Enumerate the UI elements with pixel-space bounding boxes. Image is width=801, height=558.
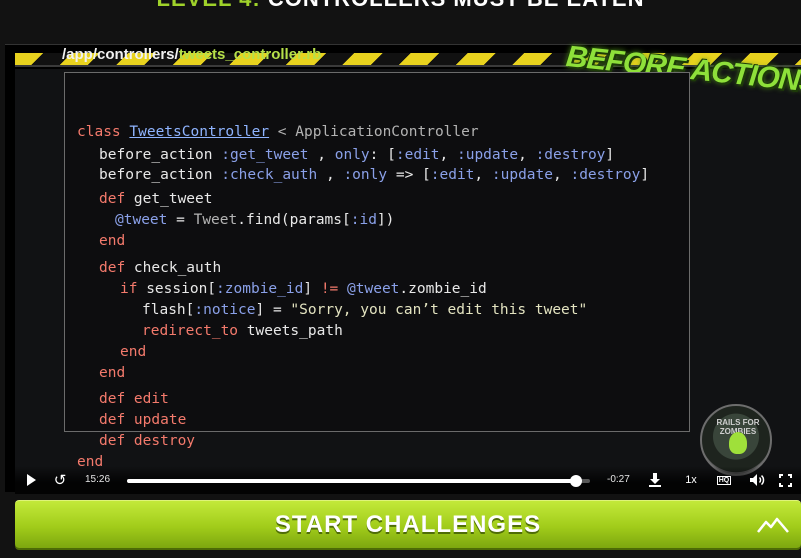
replay-button[interactable]: ↺	[51, 471, 69, 489]
file-path-file: tweets_controller.rb	[178, 46, 322, 63]
code-line: flash[:notice] = "Sorry, you can’t edit …	[142, 300, 587, 321]
code-token: "Sorry, you can’t edit this tweet"	[290, 302, 588, 318]
code-line: before_action :get_tweet , only: [:edit,…	[99, 145, 614, 166]
code-token: session[	[146, 281, 217, 297]
code-token: destroy	[133, 433, 196, 449]
code-token: flash[	[142, 302, 195, 318]
code-line: class TweetsController < ApplicationCont…	[77, 122, 479, 143]
file-path-dir: /app/controllers/	[62, 46, 179, 63]
fullscreen-icon	[778, 473, 792, 487]
code-token: @tweet	[347, 281, 400, 297]
code-token: ] =	[255, 302, 291, 318]
code-line: def check_auth	[99, 258, 221, 279]
code-token: ,	[439, 147, 457, 163]
code-line: @tweet = Tweet.find(params[:id])	[115, 210, 394, 231]
code-token: :update	[491, 167, 553, 183]
code-line: def update	[99, 410, 186, 431]
replay-icon: ↺	[53, 471, 67, 489]
code-token: :only	[343, 167, 388, 183]
volume-icon	[750, 474, 765, 486]
code-token: def	[99, 391, 134, 407]
volume-button[interactable]	[748, 472, 766, 488]
code-line: end	[120, 344, 147, 360]
code-token: :destroy	[570, 167, 641, 183]
code-line: redirect_to tweets_path	[142, 321, 343, 342]
play-icon	[26, 474, 36, 486]
play-button[interactable]	[23, 472, 39, 488]
file-path: /app/controllers/tweets_controller.rb	[62, 46, 321, 63]
code-line: end	[99, 365, 126, 381]
code-token: :notice	[194, 302, 256, 318]
start-challenges-button[interactable]: START CHALLENGES	[15, 500, 801, 548]
speed-button[interactable]: 1x	[680, 472, 702, 488]
code-token: ]	[303, 281, 321, 297]
code-line: end	[99, 233, 126, 249]
code-token: :id	[350, 212, 377, 228]
code-token: .zombie_id	[399, 281, 487, 297]
code-token: :get_tweet	[221, 147, 309, 163]
code-token: get_tweet	[133, 191, 213, 207]
download-button[interactable]	[647, 472, 663, 488]
code-token: @tweet	[115, 212, 168, 228]
code-line: if session[:zombie_id] != @tweet.zombie_…	[120, 279, 487, 300]
code-token: def	[99, 260, 134, 276]
code-token: before_action	[99, 147, 222, 163]
code-token: =	[167, 212, 194, 228]
code-token: ,	[317, 167, 344, 183]
level-name: CONTROLLERS MUST BE EATEN	[268, 0, 645, 11]
code-token: :destroy	[535, 147, 606, 163]
code-token: Tweet	[193, 212, 238, 228]
code-token: def	[99, 412, 134, 428]
code-token: check_auth	[133, 260, 222, 276]
code-token: :update	[456, 147, 519, 163]
code-token: : [	[369, 147, 396, 163]
code-token: tweets_path	[246, 323, 343, 339]
hq-button[interactable]: HQ	[715, 472, 733, 488]
code-token: < ApplicationController	[269, 124, 479, 140]
code-token: :check_auth	[221, 167, 318, 183]
code-token: def	[99, 433, 134, 449]
level-title: LEVEL 4: CONTROLLERS MUST BE EATEN	[0, 0, 801, 14]
code-token: redirect_to	[142, 323, 247, 339]
code-token: ,	[518, 147, 536, 163]
code-token: ]	[605, 147, 615, 163]
code-token: :zombie_id	[216, 281, 304, 297]
code-line: def edit	[99, 389, 169, 410]
current-time: 15:26	[85, 474, 111, 485]
remaining-time: -0:27	[607, 474, 630, 485]
progress-handle[interactable]	[570, 475, 583, 487]
code-token: ])	[376, 212, 395, 228]
code-token: ]	[640, 167, 650, 183]
player-controls: ↺ 15:26 -0:27 1x HQ	[15, 466, 801, 494]
zombie-skull-icon	[729, 432, 747, 454]
code-token: ,	[308, 147, 335, 163]
code-line: def destroy	[99, 431, 195, 452]
code-token: TweetsController	[129, 124, 270, 140]
code-token: => [	[387, 167, 431, 183]
hq-icon: HQ	[716, 475, 732, 485]
code-token: !=	[320, 281, 339, 297]
code-line: before_action :check_auth , :only => [:e…	[99, 165, 649, 186]
mountain-peaks-icon	[757, 517, 789, 533]
code-token: ,	[553, 167, 571, 183]
code-token: before_action	[99, 167, 222, 183]
code-token: only	[334, 147, 370, 163]
code-token: if	[120, 281, 147, 297]
code-token: update	[133, 412, 187, 428]
start-challenges-label: START CHALLENGES	[274, 510, 542, 538]
code-token: class	[77, 124, 130, 140]
fullscreen-button[interactable]	[777, 472, 793, 488]
code-line: def get_tweet	[99, 189, 213, 210]
code-token: :edit	[395, 147, 440, 163]
code-token: .find(params[	[237, 212, 351, 228]
level-prefix: LEVEL 4:	[157, 0, 261, 11]
code-token: def	[99, 191, 134, 207]
progress-fill	[127, 479, 577, 483]
code-token: edit	[133, 391, 169, 407]
download-icon	[649, 473, 661, 487]
progress-bar[interactable]	[127, 475, 590, 487]
code-token: ,	[474, 167, 492, 183]
code-token: :edit	[430, 167, 475, 183]
